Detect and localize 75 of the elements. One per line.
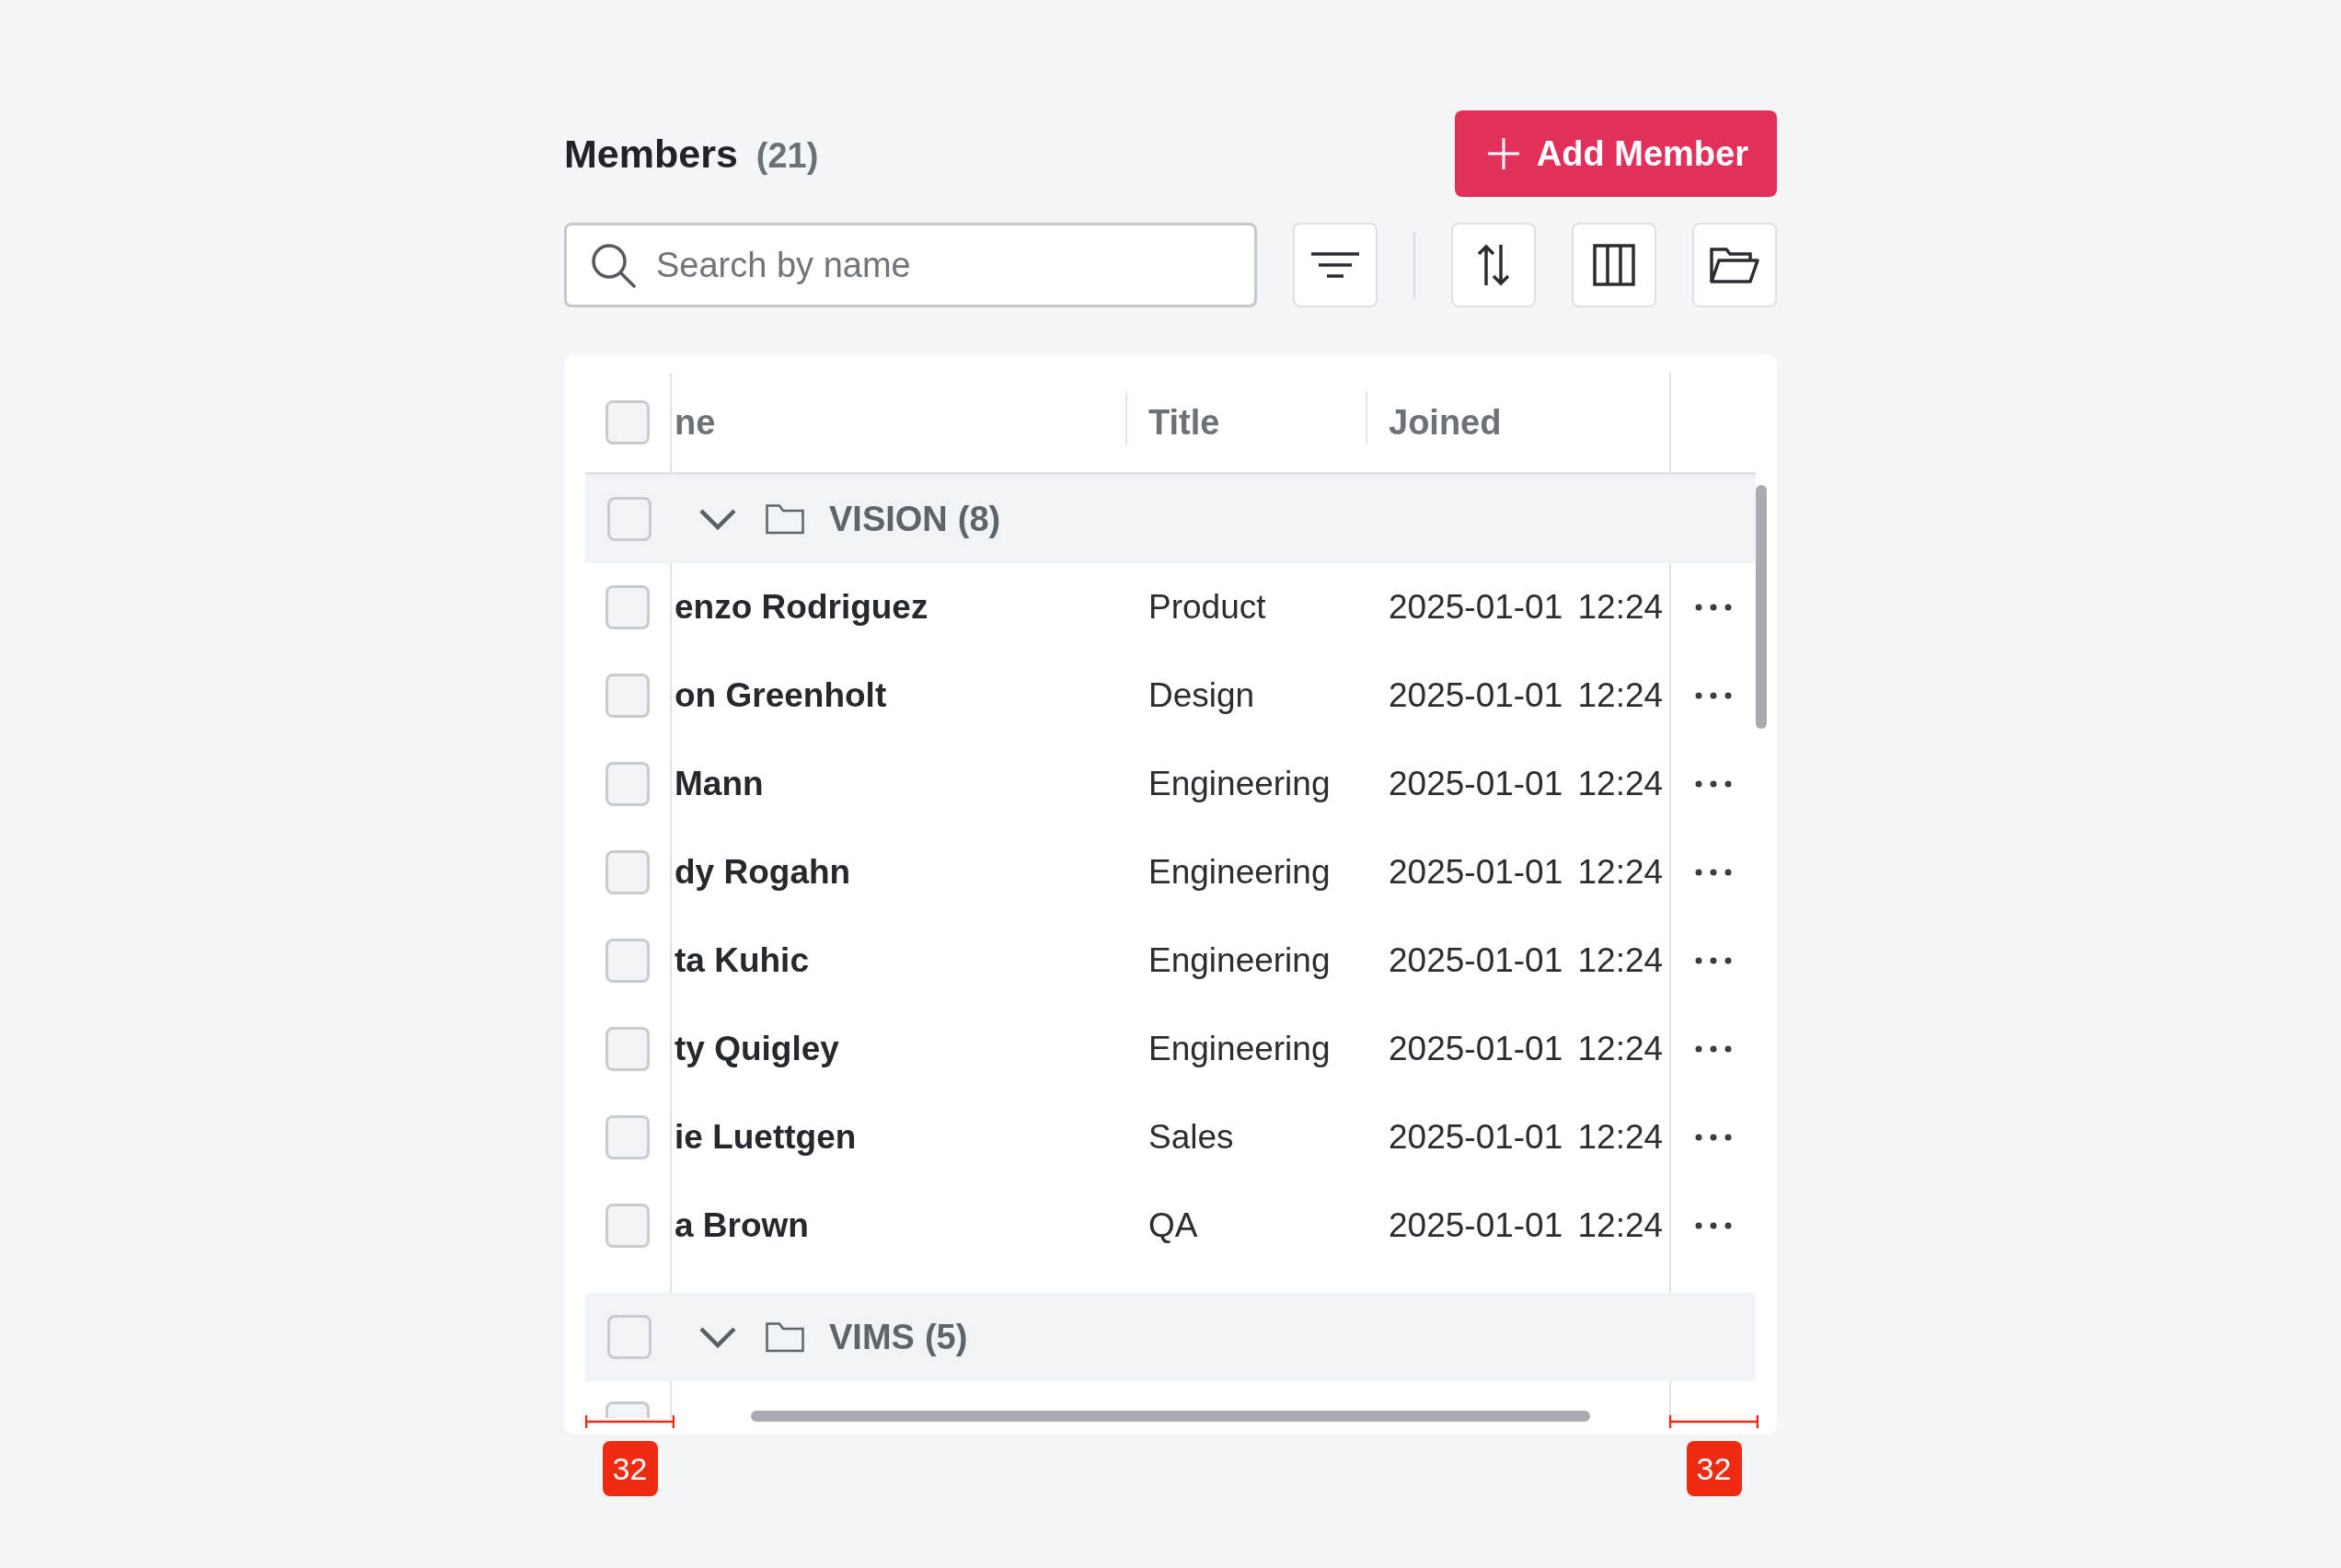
member-name: ty Quigley	[675, 1030, 839, 1068]
vertical-scrollbar[interactable]	[1756, 485, 1767, 729]
member-title: Engineering	[1148, 1030, 1331, 1068]
more-icon[interactable]	[1695, 1045, 1732, 1053]
page-title: Members	[564, 131, 738, 177]
member-name: on Greenholt	[675, 676, 887, 715]
folder-icon	[766, 1321, 804, 1353]
open-folder-icon	[1710, 247, 1759, 283]
chevron-icon[interactable]	[698, 508, 737, 530]
joined-date: 2025-01-01 12:24	[1389, 765, 1664, 803]
row-checkbox[interactable]	[605, 762, 650, 806]
member-title: Design	[1148, 676, 1255, 715]
more-icon[interactable]	[1695, 604, 1732, 611]
member-title: Engineering	[1148, 941, 1331, 980]
more-icon[interactable]	[1695, 869, 1732, 876]
joined-date: 2025-01-01 12:24	[1389, 1206, 1664, 1245]
member-title: Product	[1148, 588, 1266, 627]
more-icon[interactable]	[1695, 780, 1732, 788]
group-checkbox[interactable]	[607, 497, 652, 541]
select-all-checkbox[interactable]	[605, 400, 650, 444]
sort-button[interactable]	[1451, 223, 1536, 307]
filter-icon	[1311, 252, 1359, 278]
row-checkbox[interactable]	[605, 850, 650, 894]
member-title: Sales	[1148, 1118, 1234, 1157]
measurement-badge: 32	[602, 1441, 658, 1496]
measurement-badge: 32	[1686, 1441, 1742, 1496]
columns-button[interactable]	[1572, 223, 1656, 307]
column-header[interactable]: ne	[675, 402, 716, 443]
folder-icon	[766, 503, 804, 535]
row-checkbox[interactable]	[605, 939, 650, 983]
more-icon[interactable]	[1695, 1134, 1732, 1141]
horizontal-scrollbar[interactable]	[751, 1411, 1590, 1422]
member-name: dy Rogahn	[675, 853, 851, 892]
more-icon[interactable]	[1695, 1222, 1732, 1229]
joined-date: 2025-01-01 12:24	[1389, 853, 1664, 892]
row-checkbox[interactable]	[605, 1115, 650, 1159]
column-header[interactable]: Title	[1148, 402, 1220, 443]
member-title: Engineering	[1148, 853, 1331, 892]
row-checkbox[interactable]	[605, 1204, 650, 1248]
joined-date: 2025-01-01 12:24	[1389, 1030, 1664, 1068]
joined-date: 2025-01-01 12:24	[1389, 941, 1664, 980]
filter-button[interactable]	[1293, 223, 1378, 307]
row-checkbox[interactable]	[605, 1027, 650, 1071]
group-name: VISION	[829, 499, 948, 539]
plus-icon	[1486, 137, 1520, 170]
more-icon[interactable]	[1695, 957, 1732, 964]
member-title: QA	[1148, 1206, 1198, 1245]
member-name: ie Luettgen	[675, 1118, 857, 1157]
member-name: enzo Rodriguez	[675, 588, 928, 627]
group-row[interactable]: VISION (8)	[585, 475, 1756, 563]
joined-date: 2025-01-01 12:24	[1389, 676, 1664, 715]
group-checkbox[interactable]	[607, 1315, 652, 1359]
columns-icon	[1593, 244, 1635, 286]
sort-icon	[1476, 244, 1511, 286]
member-name: ta Kuhic	[675, 941, 809, 980]
group-count: (8)	[957, 499, 1001, 539]
chevron-icon[interactable]	[698, 1326, 737, 1348]
row-checkbox[interactable]	[605, 585, 650, 629]
group-count: (5)	[924, 1317, 968, 1357]
column-header[interactable]: Joined	[1389, 402, 1502, 443]
joined-date: 2025-01-01 12:24	[1389, 588, 1664, 627]
row-checkbox[interactable]	[605, 674, 650, 718]
joined-date: 2025-01-01 12:24	[1389, 1118, 1664, 1157]
more-icon[interactable]	[1695, 692, 1732, 699]
member-title: Engineering	[1148, 765, 1331, 803]
member-name: Mann	[675, 765, 764, 803]
search-icon	[590, 242, 636, 288]
member-count: (21)	[755, 135, 819, 176]
add-member-button[interactable]: Add Member	[1454, 110, 1777, 197]
group-name: VIMS	[829, 1317, 915, 1357]
row-checkbox[interactable]	[605, 1401, 650, 1418]
folder-button[interactable]	[1692, 223, 1777, 307]
search-field[interactable]: Search by name	[564, 223, 1257, 307]
member-name: a Brown	[675, 1206, 809, 1245]
group-row[interactable]: VIMS (5)	[585, 1293, 1756, 1381]
